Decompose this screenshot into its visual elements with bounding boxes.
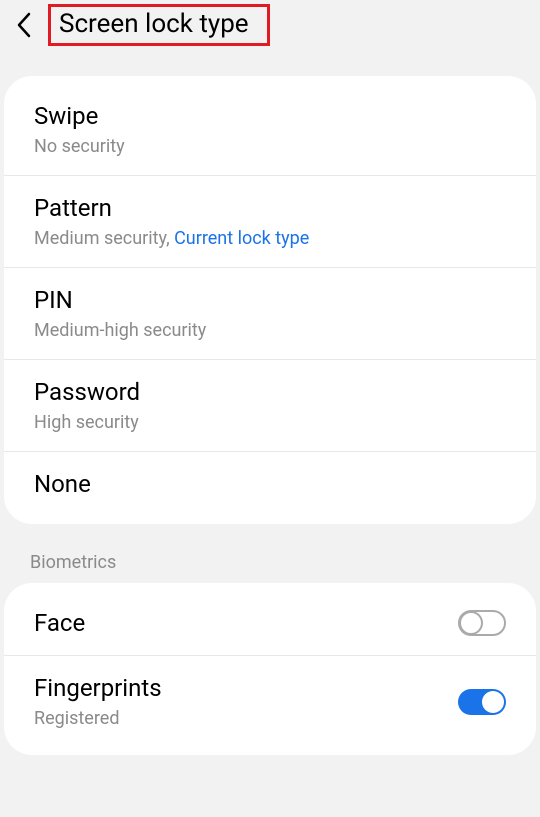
biometrics-header: Biometrics bbox=[0, 524, 540, 583]
lock-type-label: None bbox=[34, 470, 506, 498]
back-icon[interactable] bbox=[10, 11, 38, 39]
lock-type-pattern[interactable]: Pattern Medium security, Current lock ty… bbox=[4, 176, 536, 268]
biometrics-card: Face Fingerprints Registered bbox=[4, 583, 536, 755]
biometric-label: Face bbox=[34, 609, 85, 637]
biometric-fingerprints[interactable]: Fingerprints Registered bbox=[4, 656, 536, 747]
biometric-sub: Registered bbox=[34, 708, 162, 729]
lock-type-password[interactable]: Password High security bbox=[4, 360, 536, 452]
biometric-face[interactable]: Face bbox=[4, 591, 536, 656]
lock-type-sub: No security bbox=[34, 136, 506, 157]
lock-type-sub: High security bbox=[34, 412, 506, 433]
lock-type-label: PIN bbox=[34, 286, 506, 314]
face-toggle[interactable] bbox=[458, 610, 506, 636]
lock-type-pin[interactable]: PIN Medium-high security bbox=[4, 268, 536, 360]
title-highlight: Screen lock type bbox=[48, 4, 270, 46]
lock-type-sub: Medium-high security bbox=[34, 320, 506, 341]
current-lock-tag: Current lock type bbox=[174, 228, 309, 249]
lock-type-none[interactable]: None bbox=[4, 452, 536, 516]
biometric-label: Fingerprints bbox=[34, 674, 162, 702]
lock-types-card: Swipe No security Pattern Medium securit… bbox=[4, 76, 536, 524]
lock-type-label: Swipe bbox=[34, 102, 506, 130]
lock-type-label: Pattern bbox=[34, 194, 506, 222]
lock-type-swipe[interactable]: Swipe No security bbox=[4, 84, 536, 176]
lock-type-sub: Medium security, Current lock type bbox=[34, 228, 506, 249]
page-title: Screen lock type bbox=[59, 9, 249, 39]
fingerprints-toggle[interactable] bbox=[458, 689, 506, 715]
lock-type-label: Password bbox=[34, 378, 506, 406]
